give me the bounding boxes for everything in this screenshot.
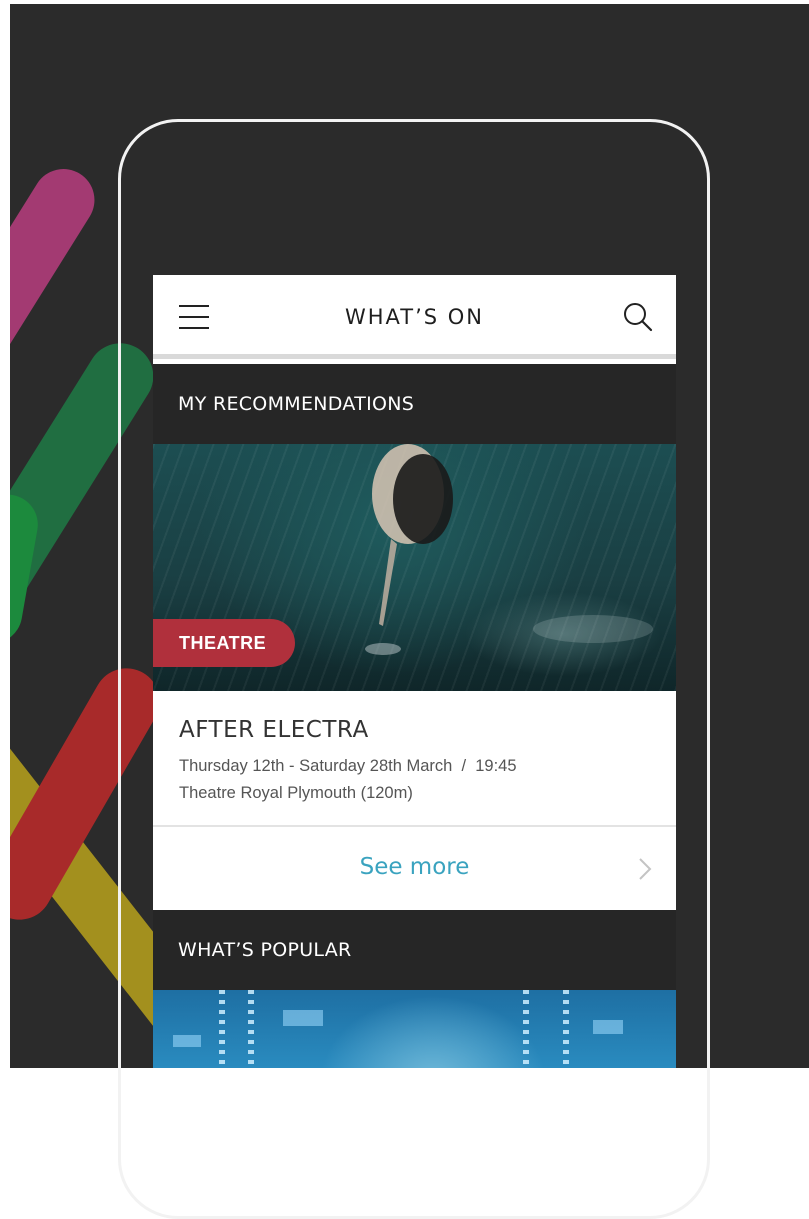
recommendations-header: MY RECOMMENDATIONS [153,364,676,444]
page-title: WHAT’S ON [344,305,485,329]
event-card[interactable]: AFTER ELECTRA Thursday 12th - Saturday 2… [153,691,676,827]
popular-header: WHAT’S POPULAR [153,910,676,990]
category-badge: THEATRE [153,619,295,667]
popular-event-image[interactable] [153,990,676,1068]
chevron-right-icon [639,858,652,880]
search-icon[interactable] [622,301,654,333]
event-image[interactable]: THEATRE [153,444,676,691]
event-venue: Theatre Royal Plymouth (120m) [179,784,413,802]
app-screen: WHAT’S ON MY RECOMMENDATIONS THEATRE AFT… [153,275,676,1068]
top-bar: WHAT’S ON [153,275,676,359]
section-title: MY RECOMMENDATIONS [178,393,415,415]
see-more-button[interactable]: See more [153,827,676,910]
event-dates: Thursday 12th - Saturday 28th March / 19… [179,757,517,775]
event-title: AFTER ELECTRA [179,717,369,743]
section-title: WHAT’S POPULAR [178,939,352,961]
see-more-label: See more [359,854,470,880]
